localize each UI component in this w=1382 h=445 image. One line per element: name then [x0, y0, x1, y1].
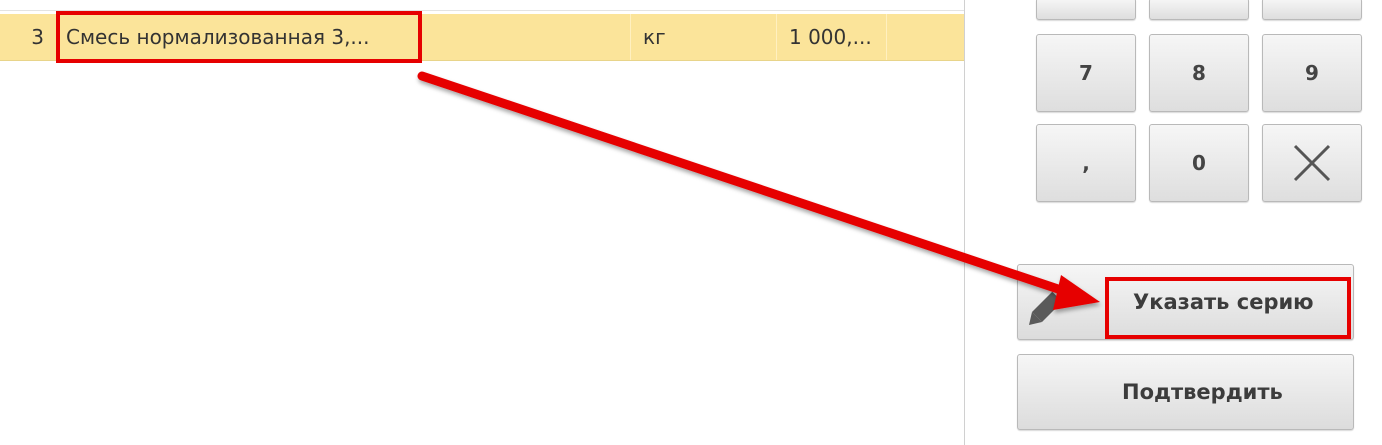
- annotation-arrow: [417, 71, 1100, 310]
